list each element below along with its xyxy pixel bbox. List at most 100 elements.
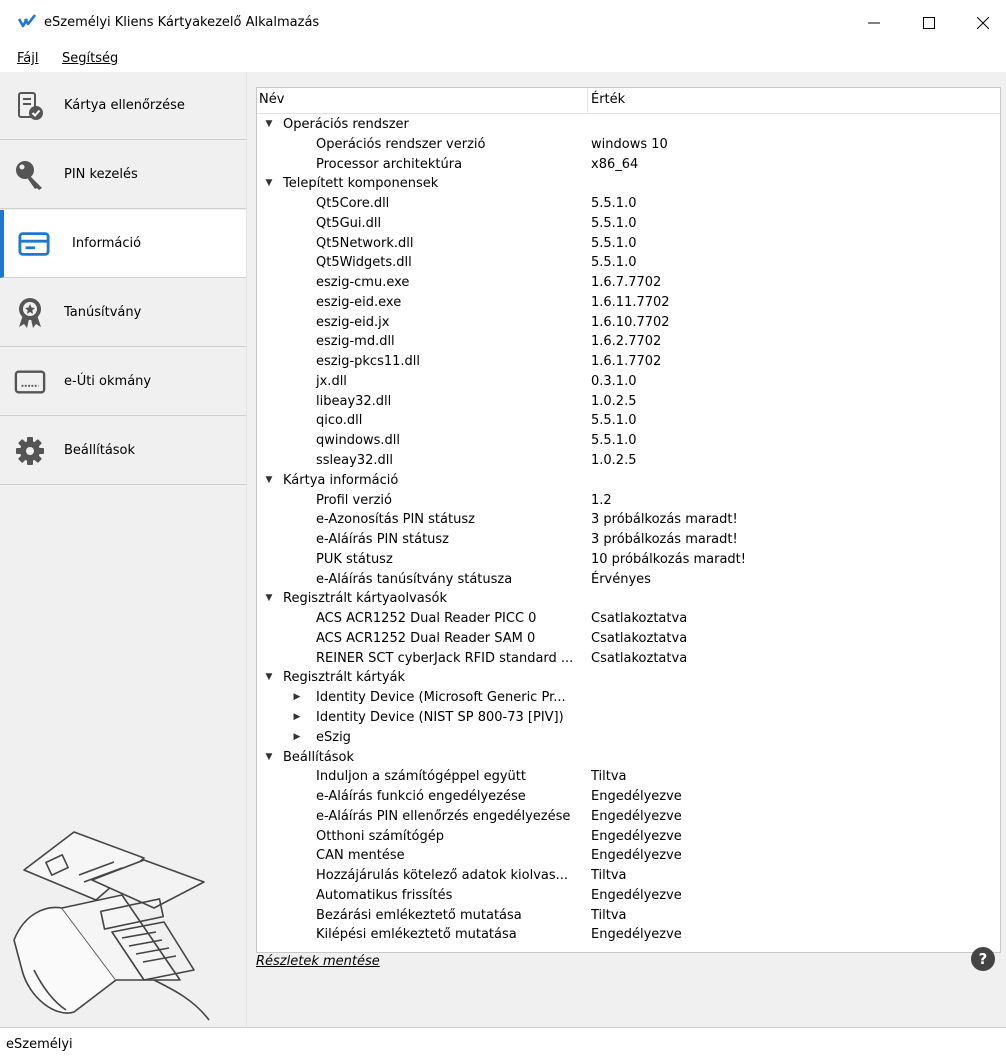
tree-row[interactable]: qwindows.dll 5.5.1.0 xyxy=(257,431,1000,451)
tree-row[interactable]: ▶ Identity Device (NIST SP 800-73 [PIV]) xyxy=(257,708,1000,728)
tree-row[interactable]: Induljon a számítógéppel együtt Tiltva xyxy=(257,767,1000,787)
tree-row-name: Kilépési emlékeztető mutatása xyxy=(316,927,517,943)
sidebar-item-info[interactable]: Információ xyxy=(0,210,246,278)
tree-row[interactable]: ACS ACR1252 Dual Reader PICC 0 Csatlakozt… xyxy=(257,609,1000,629)
tree-group-row[interactable]: ▼ Regisztrált kártyák xyxy=(257,668,1000,688)
tree-row[interactable]: e-Aláírás funkció engedélyezése Engedélye… xyxy=(257,787,1000,807)
maximize-button[interactable] xyxy=(906,0,952,46)
tree-row-name: PUK státusz xyxy=(316,551,393,567)
tree-row-name: Telepített komponensek xyxy=(283,176,439,192)
tree-row[interactable]: Otthoni számítógép Engedélyezve xyxy=(257,827,1000,847)
tree-row-name: Qt5Gui.dll xyxy=(316,215,382,231)
sidebar-item-certificate[interactable]: Tanúsítvány xyxy=(0,279,246,347)
expand-arrow-down-icon[interactable]: ▼ xyxy=(263,668,275,688)
tree-row-value: 5.5.1.0 xyxy=(591,433,637,449)
sidebar-item-card-check[interactable]: Kártya ellenőrzése xyxy=(0,72,246,140)
tree-row-value: Érvényes xyxy=(591,571,651,587)
tree-row-name: Kártya információ xyxy=(283,472,399,488)
tree-row-value: Engedélyezve xyxy=(591,808,682,824)
status-bar: eSzemélyi xyxy=(0,1027,1006,1059)
tree-row[interactable]: REINER SCT cyberJack RFID standard ... Cs… xyxy=(257,649,1000,669)
card-reader-illustration xyxy=(13,831,210,1021)
sidebar-item-travel-document[interactable]: e-Úti okmány xyxy=(0,348,246,416)
tree-group-row[interactable]: ▼ Regisztrált kártyaolvasók xyxy=(257,589,1000,609)
tree-row[interactable]: CAN mentése Engedélyezve xyxy=(257,846,1000,866)
tree-row-name: Profil verzió xyxy=(316,492,392,508)
main-panel: Név Érték ▼ Operációs rendszer Operációs r… xyxy=(247,72,1006,1027)
tree-row-value: 5.5.1.0 xyxy=(591,255,637,271)
expand-arrow-down-icon[interactable]: ▼ xyxy=(263,748,275,768)
tree-row[interactable]: Qt5Core.dll 5.5.1.0 xyxy=(257,194,1000,214)
tree-row[interactable]: e-Aláírás PIN státusz 3 próbálkozás marad… xyxy=(257,530,1000,550)
app-logo-icon xyxy=(18,14,36,28)
expand-arrow-down-icon[interactable]: ▼ xyxy=(263,589,275,609)
tree-row-name: Identity Device (Microsoft Generic Pr... xyxy=(316,690,566,706)
tree-row[interactable]: ACS ACR1252 Dual Reader SAM 0 Csatlakozta… xyxy=(257,629,1000,649)
tree-row[interactable]: eszig-pkcs11.dll 1.6.1.7702 xyxy=(257,352,1000,372)
tree-row[interactable]: qico.dll 5.5.1.0 xyxy=(257,411,1000,431)
sidebar: Kártya ellenőrzése PIN kezelés Informáci… xyxy=(0,72,247,1027)
tree-row[interactable]: Processor architektúra x86_64 xyxy=(257,155,1000,175)
tree-row[interactable]: eszig-md.dll 1.6.2.7702 xyxy=(257,332,1000,352)
key-icon xyxy=(14,159,46,191)
tree-row[interactable]: Kilépési emlékeztető mutatása Engedélyezv… xyxy=(257,925,1000,945)
tree-row[interactable]: ▶ eSzig xyxy=(257,728,1000,748)
expand-arrow-right-icon[interactable]: ▶ xyxy=(291,728,303,748)
help-icon[interactable]: ? xyxy=(971,947,995,971)
tree-row[interactable]: Profil verzió 1.2 xyxy=(257,491,1000,511)
tree-row[interactable]: Bezárási emlékeztető mutatása Tiltva xyxy=(257,906,1000,926)
tree-row-name: Qt5Widgets.dll xyxy=(316,255,412,271)
tree-row[interactable]: eszig-eid.exe 1.6.11.7702 xyxy=(257,293,1000,313)
menu-help[interactable]: Segítség xyxy=(62,51,118,66)
card-check-icon xyxy=(14,90,46,122)
tree-row-value: 0.3.1.0 xyxy=(591,373,637,389)
window-title: eSzemélyi Kliens Kártyakezelő Alkalmazás xyxy=(44,15,320,30)
close-button[interactable] xyxy=(960,0,1006,46)
tree-group-row[interactable]: ▼ Kártya információ xyxy=(257,471,1000,491)
tree-row-name: eSzig xyxy=(316,729,351,745)
close-icon xyxy=(977,17,989,29)
tree-row[interactable]: jx.dll 0.3.1.0 xyxy=(257,372,1000,392)
menu-file[interactable]: Fájl xyxy=(17,51,38,66)
minimize-button[interactable] xyxy=(851,0,897,46)
tree-row-name: eszig-md.dll xyxy=(316,334,395,350)
expand-arrow-down-icon[interactable]: ▼ xyxy=(263,471,275,491)
tree-row-name: Beállítások xyxy=(283,749,355,765)
tree-group-row[interactable]: ▼ Beállítások xyxy=(257,748,1000,768)
tree-row[interactable]: Automatikus frissítés Engedélyezve xyxy=(257,886,1000,906)
sidebar-item-settings[interactable]: Beállítások xyxy=(0,417,246,485)
tree-row[interactable]: e-Aláírás tanúsítvány státusza Érvényes xyxy=(257,570,1000,590)
tree-row-value: 5.5.1.0 xyxy=(591,235,637,251)
tree-row-name: Identity Device (NIST SP 800-73 [PIV]) xyxy=(316,709,564,725)
expand-arrow-down-icon[interactable]: ▼ xyxy=(263,174,275,194)
tree-group-row[interactable]: ▼ Telepített komponensek xyxy=(257,174,1000,194)
tree-row[interactable]: PUK státusz 10 próbálkozás maradt! xyxy=(257,550,1000,570)
tree-row-value: Csatlakoztatva xyxy=(591,630,688,646)
tree-row[interactable]: Operációs rendszer verzió windows 10 xyxy=(257,135,1000,155)
save-details-link[interactable]: Részletek mentése xyxy=(256,954,380,969)
expand-arrow-right-icon[interactable]: ▶ xyxy=(291,688,303,708)
sidebar-item-pin[interactable]: PIN kezelés xyxy=(0,141,246,209)
tree-row[interactable]: Hozzájárulás kötelező adatok kiolvas... T… xyxy=(257,866,1000,886)
tree-row-name: Otthoni számítógép xyxy=(316,828,444,844)
tree-group-row[interactable]: ▼ Operációs rendszer xyxy=(257,115,1000,135)
tree-row[interactable]: e-Aláírás PIN ellenőrzés engedélyezése En… xyxy=(257,807,1000,827)
info-tree[interactable]: Név Érték ▼ Operációs rendszer Operációs r… xyxy=(256,87,1001,953)
tree-row[interactable]: Qt5Gui.dll 5.5.1.0 xyxy=(257,214,1000,234)
tree-row[interactable]: Qt5Widgets.dll 5.5.1.0 xyxy=(257,253,1000,273)
tree-row[interactable]: eszig-cmu.exe 1.6.7.7702 xyxy=(257,273,1000,293)
tree-row-name: e-Aláírás PIN ellenőrzés engedélyezése xyxy=(316,808,571,824)
tree-row-name: Induljon a számítógéppel együtt xyxy=(316,769,526,785)
minimize-icon xyxy=(868,22,880,24)
expand-arrow-down-icon[interactable]: ▼ xyxy=(263,115,275,135)
tree-row[interactable]: e-Azonosítás PIN státusz 3 próbálkozás ma… xyxy=(257,510,1000,530)
expand-arrow-right-icon[interactable]: ▶ xyxy=(291,708,303,728)
sidebar-item-label: Tanúsítvány xyxy=(64,305,142,320)
tree-row[interactable]: Qt5Network.dll 5.5.1.0 xyxy=(257,234,1000,254)
tree-row[interactable]: eszig-eid.jx 1.6.10.7702 xyxy=(257,313,1000,333)
tree-row[interactable]: ssleay32.dll 1.0.2.5 xyxy=(257,451,1000,471)
tree-row[interactable]: libeay32.dll 1.0.2.5 xyxy=(257,392,1000,412)
tree-row[interactable]: ▶ Identity Device (Microsoft Generic Pr..… xyxy=(257,688,1000,708)
tree-row-value: Tiltva xyxy=(591,868,627,884)
tree-row-name: ACS ACR1252 Dual Reader PICC 0 xyxy=(316,611,537,627)
